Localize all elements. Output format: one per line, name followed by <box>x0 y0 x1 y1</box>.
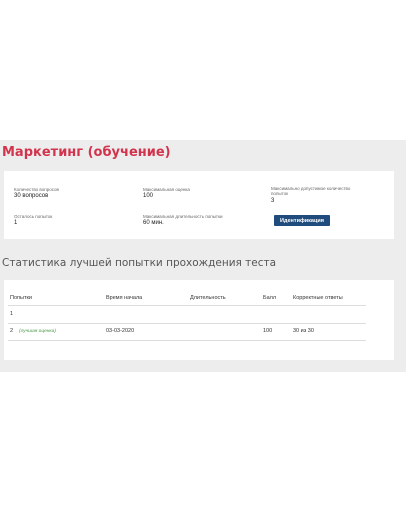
row-correct: 30 из 30 <box>293 328 314 334</box>
row-start-time: 03-03-2020 <box>106 328 135 334</box>
questions-label: Количество вопросов <box>14 187 59 192</box>
row-divider <box>8 340 366 341</box>
row-divider <box>8 323 366 324</box>
column-header-start-time: Время начала <box>106 295 143 301</box>
max-attempts-value: 3 <box>271 198 275 204</box>
column-header-attempts: Попытки <box>10 295 32 301</box>
max-duration-value: 60 мин. <box>143 220 164 226</box>
attempts-left-label: Осталось попыток <box>14 214 53 219</box>
page-title: Маркетинг (обучение) <box>2 145 171 160</box>
row-score: 100 <box>263 328 273 334</box>
questions-value: 30 вопросов <box>14 193 49 199</box>
column-header-correct: Корректные ответы <box>293 295 343 301</box>
max-duration-label: Максимальная длительность попытки <box>143 214 223 219</box>
test-info-card: Количество вопросов 30 вопросов Максимал… <box>4 171 394 239</box>
stats-table: Попытки Время начала Длительность Балл К… <box>4 280 394 360</box>
header-divider <box>8 305 366 306</box>
stats-subtitle: Статистика лучшей попытки прохождения те… <box>2 257 277 269</box>
column-header-duration: Длительность <box>190 295 226 301</box>
attempts-left-value: 1 <box>14 220 18 226</box>
row-attempt: 1 <box>10 311 14 317</box>
row-attempt: 2 <box>10 328 14 334</box>
max-attempts-label: Максимально допустимое количество попыто… <box>271 186 351 196</box>
column-header-score: Балл <box>263 295 277 301</box>
identify-button[interactable]: Идентификация <box>274 215 330 226</box>
best-score-note: (лучшая оценка) <box>19 328 56 334</box>
max-score-value: 100 <box>143 193 154 199</box>
max-score-label: Максимальная оценка <box>143 187 190 192</box>
